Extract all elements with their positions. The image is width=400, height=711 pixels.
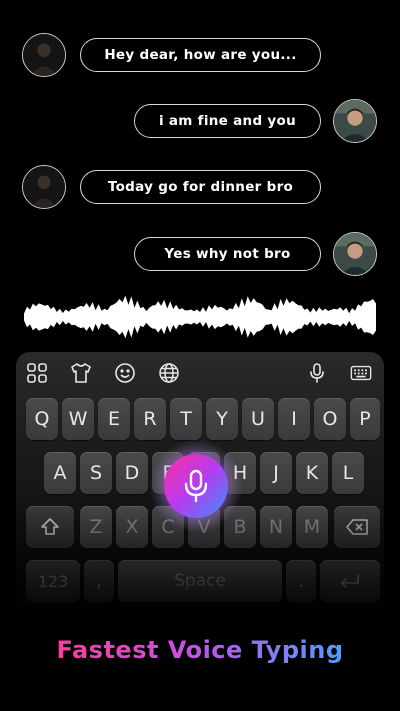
key-s[interactable]: S bbox=[80, 452, 112, 494]
apps-grid-icon[interactable] bbox=[26, 362, 48, 384]
key-e[interactable]: E bbox=[98, 398, 130, 440]
backspace-key[interactable] bbox=[334, 506, 380, 548]
shift-key[interactable] bbox=[26, 506, 74, 548]
key-j[interactable]: J bbox=[260, 452, 292, 494]
key-w[interactable]: W bbox=[62, 398, 94, 440]
microphone-icon[interactable] bbox=[306, 362, 328, 384]
message-bubble: Today go for dinner bro bbox=[80, 170, 321, 204]
shift-arrow-icon bbox=[41, 518, 59, 535]
key-l[interactable]: L bbox=[332, 452, 364, 494]
key-t[interactable]: T bbox=[170, 398, 202, 440]
avatar[interactable] bbox=[333, 232, 377, 276]
backspace-icon bbox=[346, 519, 368, 535]
key-k[interactable]: K bbox=[296, 452, 328, 494]
period-key[interactable]: . bbox=[286, 560, 316, 602]
key-m[interactable]: M bbox=[296, 506, 328, 548]
message-row-outgoing: i am fine and you bbox=[0, 97, 400, 145]
message-bubble: i am fine and you bbox=[134, 104, 321, 138]
comma-key[interactable]: , bbox=[84, 560, 114, 602]
emoji-smile-icon[interactable] bbox=[114, 362, 136, 384]
numbers-key[interactable]: 123 bbox=[26, 560, 80, 602]
globe-language-icon[interactable] bbox=[158, 362, 180, 384]
key-p[interactable]: P bbox=[350, 398, 380, 440]
avatar[interactable] bbox=[22, 165, 66, 209]
keyboard-toolbar bbox=[16, 352, 384, 394]
keyboard-icon[interactable] bbox=[350, 362, 374, 384]
key-d[interactable]: D bbox=[116, 452, 148, 494]
avatar[interactable] bbox=[333, 99, 377, 143]
space-key[interactable]: Space bbox=[118, 560, 282, 602]
message-row-outgoing: Yes why not bro bbox=[0, 230, 400, 278]
message-row-incoming: Hey dear, how are you... bbox=[0, 31, 400, 79]
promo-tagline: Fastest Voice Typing bbox=[56, 636, 344, 664]
message-bubble: Hey dear, how are you... bbox=[80, 38, 321, 72]
waveform-shape bbox=[24, 295, 376, 339]
key-i[interactable]: I bbox=[278, 398, 310, 440]
key-o[interactable]: O bbox=[314, 398, 346, 440]
message-bubble: Yes why not bro bbox=[134, 237, 321, 271]
key-u[interactable]: U bbox=[242, 398, 274, 440]
enter-key[interactable] bbox=[320, 560, 380, 602]
avatar[interactable] bbox=[22, 33, 66, 77]
key-r[interactable]: R bbox=[134, 398, 166, 440]
voice-input-button[interactable] bbox=[164, 454, 228, 518]
microphone-icon bbox=[184, 469, 208, 503]
key-y[interactable]: Y bbox=[206, 398, 238, 440]
enter-return-icon bbox=[341, 574, 359, 588]
key-n[interactable]: N bbox=[260, 506, 292, 548]
key-q[interactable]: Q bbox=[26, 398, 58, 440]
key-z[interactable]: Z bbox=[80, 506, 112, 548]
message-row-incoming: Today go for dinner bro bbox=[0, 163, 400, 211]
voice-waveform bbox=[24, 295, 376, 339]
shirt-theme-icon[interactable] bbox=[70, 362, 92, 384]
key-a[interactable]: A bbox=[44, 452, 76, 494]
key-x[interactable]: X bbox=[116, 506, 148, 548]
